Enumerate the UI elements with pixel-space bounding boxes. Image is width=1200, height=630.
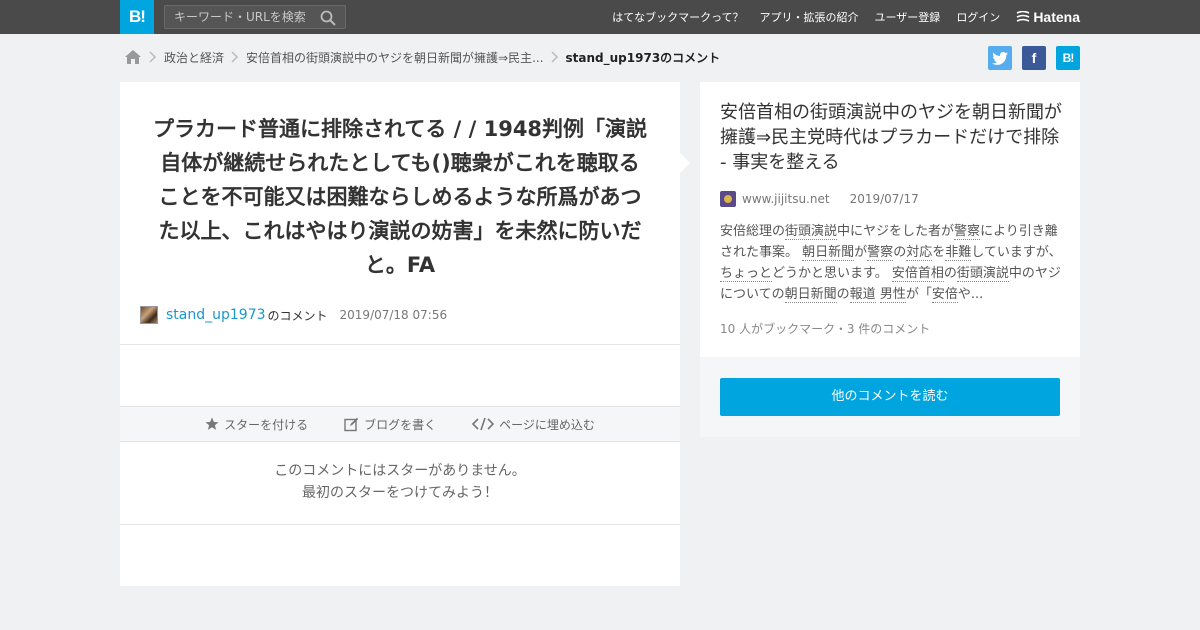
embed-button[interactable]: ページに埋め込む	[472, 416, 595, 433]
no-stars-line1: このコメントにはスターがありません。	[274, 463, 526, 479]
chevron-right-icon	[142, 46, 164, 68]
summary-text: 安倍総理の	[720, 224, 786, 239]
card-pointer	[680, 153, 690, 173]
hatena-bookmark-share-button[interactable]: B!	[1056, 46, 1080, 70]
embed-label: ページに埋め込む	[499, 417, 595, 432]
search-input[interactable]	[165, 6, 315, 28]
summary-text: の	[943, 266, 957, 281]
add-star-button[interactable]: スターを付ける	[205, 416, 308, 433]
add-star-label: スターを付ける	[224, 417, 309, 432]
divider	[120, 344, 680, 345]
share-buttons: f B!	[978, 46, 1080, 70]
no-stars-line2: 最初のスターをつけてみよう！	[302, 485, 498, 501]
keyword-link[interactable]: ちょっと	[720, 266, 773, 282]
facebook-share-button[interactable]: f	[1022, 46, 1046, 70]
summary-text: を	[932, 245, 946, 260]
divider	[120, 524, 680, 525]
edit-icon	[344, 417, 359, 431]
star-icon	[205, 417, 219, 430]
nav-register[interactable]: ユーザー登録	[875, 9, 941, 25]
twitter-icon	[992, 51, 1008, 65]
breadcrumb: 政治と経済 安倍首相の街頭演説中のヤジを朝日新聞が擁護⇒民主... stand_…	[124, 46, 720, 68]
summary-text: が	[854, 245, 868, 260]
summary-text: していますが、	[971, 245, 1062, 260]
summary-text: の	[893, 245, 907, 260]
comment-text: プラカード普通に排除されてる / / 1948判例「演説自体が継続せられたとして…	[152, 117, 648, 277]
keyword-link[interactable]: 警察	[867, 245, 894, 261]
avatar[interactable]	[140, 306, 158, 324]
entry-domain[interactable]: www.jijitsu.net	[742, 192, 830, 206]
summary-text: が「	[905, 287, 932, 302]
chevron-right-icon	[224, 46, 246, 68]
comment-card: プラカード普通に排除されてる / / 1948判例「演説自体が継続せられたとして…	[120, 82, 680, 586]
entry-summary: 安倍総理の街頭演説中にヤジをした者が警察により引き離された事案。 朝日新聞が警察…	[720, 221, 1062, 305]
comment-datetime[interactable]: 2019/07/18 07:56	[340, 308, 448, 322]
search-icon[interactable]	[320, 10, 336, 26]
top-nav: はてなブックマークって？ アプリ・拡張の紹介 ユーザー登録 ログイン Haten…	[596, 0, 1080, 34]
breadcrumb-entry[interactable]: 安倍首相の街頭演説中のヤジを朝日新聞が擁護⇒民主...	[246, 49, 544, 66]
twitter-share-button[interactable]	[988, 46, 1012, 70]
site-favicon-icon	[720, 191, 736, 207]
write-blog-label: ブログを書く	[364, 417, 437, 432]
summary-text: 中にヤジをした者が	[837, 224, 955, 239]
nav-login[interactable]: ログイン	[956, 9, 1000, 25]
summary-text: や...	[957, 287, 984, 302]
keyword-link[interactable]: 男性	[879, 287, 906, 303]
hatena-brand[interactable]: Hatena	[1016, 9, 1080, 25]
keyword-link[interactable]: 非難	[945, 245, 972, 261]
comment-actions: スターを付ける ブログを書く ページに埋め込む	[120, 406, 680, 442]
no-stars-message: このコメントにはスターがありません。 最初のスターをつけてみよう！	[120, 460, 680, 504]
keyword-link[interactable]: 朝日新聞	[802, 245, 855, 261]
keyword-link[interactable]: 安倍	[931, 287, 958, 303]
bookmark-counts[interactable]: 10 人がブックマーク・3 件のコメント	[720, 320, 930, 337]
nav-about[interactable]: はてなブックマークって？	[612, 9, 743, 25]
breadcrumb-category[interactable]: 政治と経済	[164, 49, 224, 66]
username-link[interactable]: stand_up1973	[166, 307, 266, 323]
breadcrumb-current: stand_up1973のコメント	[565, 50, 721, 65]
read-other-comments-button[interactable]: 他のコメントを読む	[720, 378, 1060, 416]
keyword-link[interactable]: 報道	[849, 287, 876, 303]
hatena-bookmark-icon: B!	[1062, 51, 1075, 65]
keyword-link[interactable]: 街頭演説	[956, 266, 1009, 282]
entry-card: 安倍首相の街頭演説中のヤジを朝日新聞が擁護⇒民主党時代はプラカードだけで排除 -…	[700, 82, 1080, 357]
commenter-info: stand_up1973 のコメント 2019/07/18 07:56	[140, 304, 447, 326]
username-suffix: のコメント	[267, 308, 328, 323]
keyword-link[interactable]: 安倍首相	[891, 266, 944, 282]
home-icon[interactable]	[124, 49, 142, 65]
search-box	[164, 5, 346, 29]
hatena-brand-text: Hatena	[1033, 9, 1080, 25]
keyword-link[interactable]: 街頭演説	[785, 224, 838, 240]
code-icon	[472, 417, 495, 431]
entry-meta: www.jijitsu.net 2019/07/17	[720, 190, 919, 208]
entry-date: 2019/07/17	[849, 192, 919, 206]
chevron-right-icon	[544, 46, 566, 68]
keyword-link[interactable]: 警察	[954, 224, 981, 240]
nav-apps[interactable]: アプリ・拡張の紹介	[760, 9, 859, 25]
hatena-bookmark-logo[interactable]: B!	[120, 0, 154, 34]
summary-text: どうかと思います。	[772, 266, 892, 281]
summary-text: の	[836, 287, 850, 302]
hatena-mark-icon	[1016, 11, 1030, 22]
facebook-icon: f	[1031, 50, 1037, 66]
keyword-link[interactable]: 朝日新聞	[784, 287, 837, 303]
write-blog-button[interactable]: ブログを書く	[344, 416, 436, 433]
entry-title[interactable]: 安倍首相の街頭演説中のヤジを朝日新聞が擁護⇒民主党時代はプラカードだけで排除 -…	[720, 100, 1065, 175]
top-bar: B! はてなブックマークって？ アプリ・拡張の紹介 ユーザー登録 ログイン Ha…	[0, 0, 1200, 34]
read-more-area: 他のコメントを読む	[700, 357, 1080, 437]
keyword-link[interactable]: 対応	[906, 245, 933, 261]
